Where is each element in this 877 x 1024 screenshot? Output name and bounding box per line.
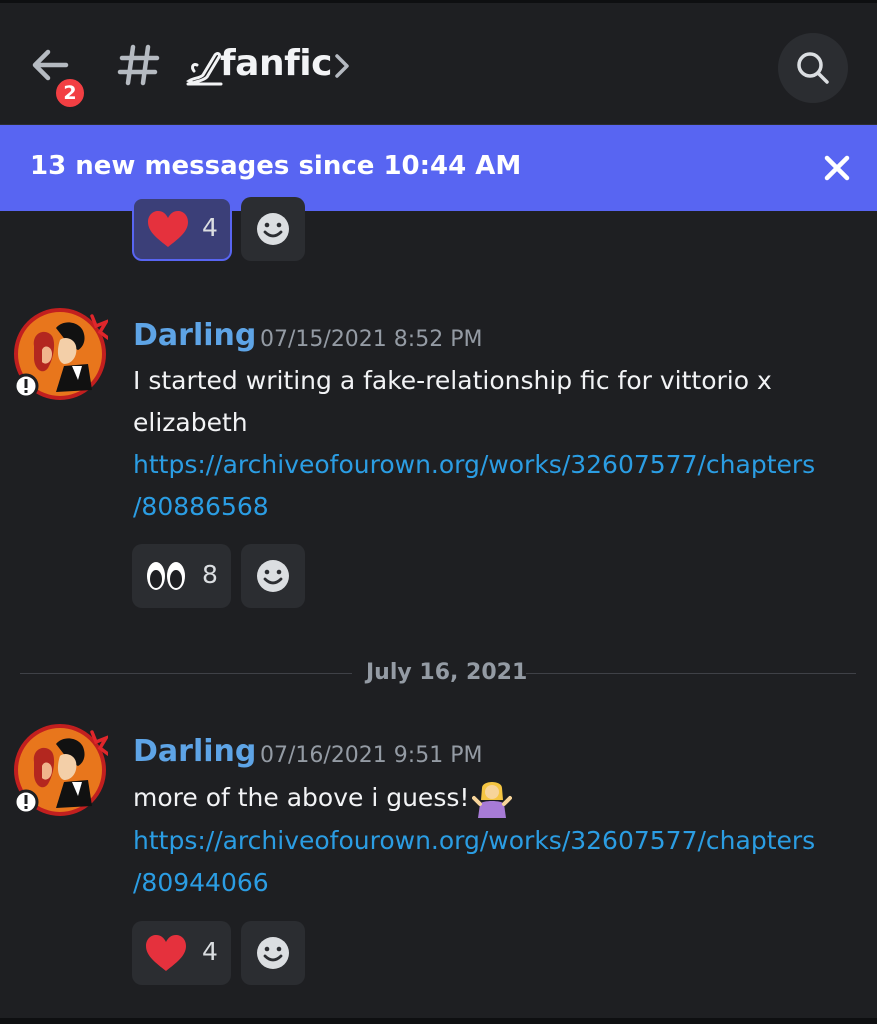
date-divider: July 16, 2021 — [366, 660, 528, 685]
message-link[interactable]: https://archiveofourown.org/works/326075… — [133, 444, 853, 486]
reaction-count: 8 — [202, 560, 218, 589]
bottom-edge — [0, 1018, 877, 1024]
close-icon[interactable] — [822, 153, 852, 183]
chat-screen: 2 fanfic 13 new messages since 10:44 AM — [0, 0, 877, 1024]
add-reaction-button[interactable] — [241, 544, 305, 608]
chevron-right-icon[interactable] — [330, 51, 354, 81]
reaction-count: 4 — [202, 213, 218, 242]
reaction-count: 4 — [202, 937, 218, 966]
message-author[interactable]: Darling — [133, 318, 256, 353]
message-timestamp: 07/15/2021 8:52 PM — [260, 327, 483, 352]
message-timestamp: 07/16/2021 9:51 PM — [260, 743, 483, 768]
hash-icon — [117, 44, 160, 86]
message-link[interactable]: https://archiveofourown.org/works/326075… — [133, 820, 853, 862]
smiley-add-icon — [257, 937, 289, 969]
new-messages-text: 13 new messages since 10:44 AM — [30, 151, 522, 181]
message-link[interactable]: /80944066 — [133, 862, 853, 904]
message-text-line: more of the above i guess! — [133, 783, 470, 812]
date-divider-line — [526, 673, 856, 674]
person-shrugging-icon — [472, 782, 512, 818]
message-author[interactable]: Darling — [133, 734, 256, 769]
smiley-add-icon — [257, 560, 289, 592]
search-button[interactable] — [778, 33, 848, 103]
message-text-line: elizabeth — [133, 408, 248, 437]
search-icon — [797, 52, 829, 84]
avatar[interactable] — [12, 722, 108, 818]
reaction-heart-top[interactable]: 4 — [132, 197, 232, 261]
channel-name[interactable]: fanfic — [220, 43, 332, 84]
message-text-line: I started writing a fake-relationship fi… — [133, 366, 772, 395]
new-messages-bar[interactable]: 13 new messages since 10:44 AM — [0, 125, 877, 211]
red-heart-icon — [148, 211, 188, 247]
red-heart-icon — [146, 935, 186, 971]
writing-hand-icon — [186, 52, 223, 86]
reaction-heart[interactable]: 4 — [132, 921, 231, 985]
add-reaction-button[interactable] — [241, 921, 305, 985]
channel-header: 2 fanfic — [0, 3, 877, 125]
unread-badge: 2 — [52, 75, 88, 111]
date-divider-line — [20, 673, 352, 674]
avatar[interactable] — [12, 306, 108, 402]
message-link[interactable]: /80886568 — [133, 486, 853, 528]
reaction-eyes[interactable]: 8 — [132, 544, 231, 608]
add-reaction-button[interactable] — [241, 197, 305, 261]
smiley-add-icon — [257, 213, 289, 245]
eyes-icon — [147, 562, 185, 590]
